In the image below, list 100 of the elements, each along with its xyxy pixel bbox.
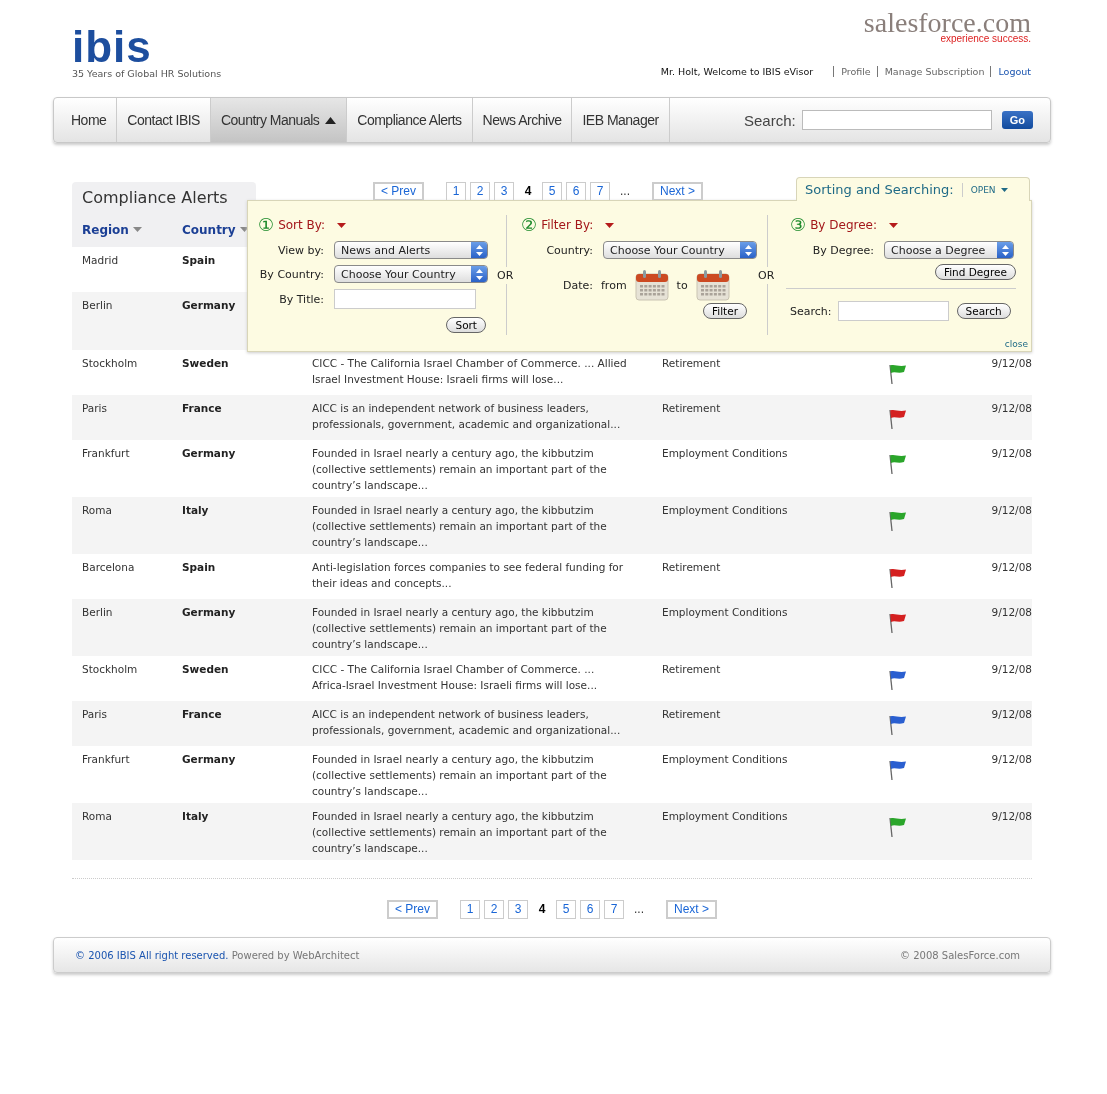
column-header[interactable]: Region [82,222,182,237]
header-link[interactable]: Profile [833,66,871,77]
stepper-icon [997,242,1013,258]
caret-icon [605,222,615,228]
table-cell-text: Paris [82,401,108,416]
ellipsis: ... [620,184,631,198]
page-link[interactable]: 1 [460,899,480,919]
table-cell: Sweden [182,663,229,675]
page-link[interactable]: 7 [604,899,624,919]
nav-tab[interactable]: Contact IBIS [117,98,211,142]
from-label: from [601,278,627,292]
flag-icon [888,759,908,781]
table-cell-text: 9/12/08 [990,662,1032,677]
table-cell-text: Frankfurt [82,752,131,767]
table-cell-text: AICC is an independent network of business leaders, professionals, government, academic and organizational... [312,401,622,432]
find-degree-button[interactable]: Find Degree [934,264,1016,280]
table-cell-text: 9/12/08 [990,401,1032,416]
page-link[interactable]: 4 [518,181,538,201]
go-button[interactable]: Go [1001,111,1033,129]
header-link[interactable]: Logout [990,66,1031,77]
field-label: By Country: [258,267,324,281]
close-link[interactable]: close [1004,339,1028,349]
filter-button[interactable]: Filter [703,303,747,319]
flag-icon [888,567,908,589]
dropdown[interactable]: Choose Your Country [334,265,488,283]
table-cell-text: Employment Conditions [662,752,789,767]
stepper-icon [471,242,487,258]
table-cell-text: Retirement [662,707,722,722]
partner-logo[interactable]: salesforce.com experience success. [863,8,1031,44]
panel-tab[interactable]: Sorting and Searching: OPEN [796,177,1030,201]
table-cell-text: Stockholm [82,356,139,371]
table-cell-text: AICC is an independent network of business leaders, professionals, government, academic and organizational... [312,707,622,738]
table-cell-text: Madrid [82,253,120,268]
panel-title: Sorting and Searching: [805,182,954,197]
flag-icon [888,714,908,736]
caret-icon [337,222,347,228]
page-link[interactable]: 4 [532,899,552,919]
page-link[interactable]: 6 [580,899,600,919]
table-cell-text: Anti-legislation forces companies to see federal funding for their ideas and concepts... [312,560,625,591]
to-label: to [676,278,688,292]
title-field[interactable] [334,289,476,309]
next-link[interactable]: Next > [666,899,717,919]
page-link[interactable]: 5 [556,899,576,919]
section-heading[interactable]: By Degree: [810,218,877,232]
page-link[interactable]: 2 [484,899,504,919]
table-cell-text: 9/12/08 [990,707,1032,722]
open-toggle[interactable]: OPEN [970,184,1008,195]
or-text: OR [497,267,514,284]
column-header[interactable]: Country [182,222,249,237]
table-cell-text: 9/12/08 [990,605,1032,620]
dropdown[interactable]: Choose a Degree [884,241,1014,259]
field-label: Country: [545,243,593,257]
flag-icon [888,816,908,838]
table-cell: Germany [182,447,236,459]
sort-button[interactable]: Sort [446,317,486,333]
field-label: By Title: [278,292,324,306]
table-cell: Italy [182,810,209,822]
ellipsis: ... [634,902,644,916]
search-button[interactable]: Search [956,303,1011,319]
table-cell: Germany [182,606,236,618]
tagline: 35 Years of Global HR Solutions [72,68,222,79]
flag-icon [888,669,908,691]
nav-tab[interactable]: IEB Manager [572,98,670,142]
field-label: Search: [790,304,832,318]
table-cell-text: Founded in Israel nearly a century ago, the kibbutzim (collective settlements) remain an important part of the country’s landscape... [312,605,608,652]
table-cell-text: 9/12/08 [990,560,1032,575]
table-cell-text: Founded in Israel nearly a century ago, the kibbutzim (collective settlements) remain an important part of the country’s landscape... [312,752,608,799]
flag-icon [888,363,908,385]
calendar-icon[interactable] [695,269,730,301]
table-cell-text: 9/12/08 [990,809,1032,824]
search-field[interactable] [801,110,992,130]
table-cell-text: Employment Conditions [662,809,789,824]
table-cell-text: Frankfurt [82,446,131,461]
search-field[interactable] [837,301,949,321]
table-cell-text: 9/12/08 [990,356,1032,371]
calendar-icon[interactable] [634,269,669,301]
table-cell-text: 9/12/08 [990,503,1032,518]
or-text: OR [758,267,775,284]
page-link[interactable]: 3 [508,899,528,919]
section-heading[interactable]: Sort By: [278,218,326,232]
nav-tab[interactable]: Home [54,98,118,142]
table-cell-text: Founded in Israel nearly a century ago, the kibbutzim (collective settlements) remain an important part of the country’s landscape... [312,446,608,493]
logo[interactable]: ibis [72,30,202,64]
nav-tab[interactable]: Compliance Alerts [347,98,473,142]
caret-icon [132,227,142,232]
section-heading[interactable]: Filter By: [541,218,594,232]
nav-tab[interactable]: Country Manuals [210,98,348,142]
copyright-link[interactable]: © 2006 IBIS All right reserved. [75,949,229,961]
caret-icon [239,227,249,232]
header-link[interactable]: Manage Subscription [876,66,985,77]
table-cell-text: Retirement [662,662,722,677]
table-cell: Spain [182,561,216,573]
field-label: By Degree: [811,243,874,257]
table-cell-text: Employment Conditions [662,503,789,518]
table-cell-text: Berlin [82,605,114,620]
dropdown[interactable]: Choose Your Country [603,241,757,259]
prev-link[interactable]: < Prev [386,899,438,919]
nav-tab[interactable]: News Archive [472,98,573,142]
dropdown[interactable]: News and Alerts [334,241,488,259]
table-cell-text: Founded in Israel nearly a century ago, the kibbutzim (collective settlements) remain an important part of the country’s landscape... [312,503,608,550]
